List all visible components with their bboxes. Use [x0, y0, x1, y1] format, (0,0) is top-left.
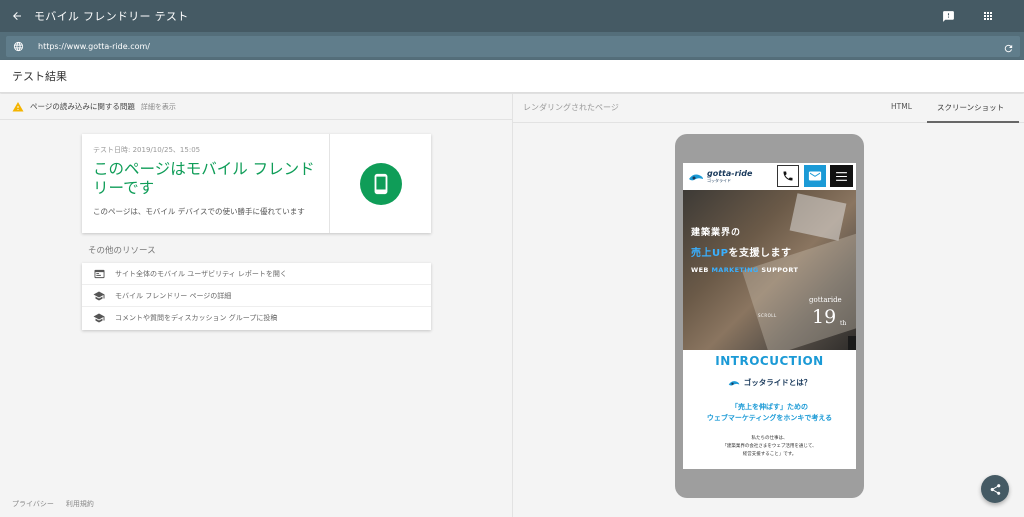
hero-line2-rest: を支援します	[728, 248, 792, 259]
resource-label: サイト全体のモバイル ユーザビリティ レポートを開く	[115, 269, 287, 278]
intro-section: INTROCUCTION ゴッタライドとは？ 「売上を伸ばす」ための ウェブマー…	[683, 350, 856, 469]
back-button[interactable]	[0, 0, 34, 32]
hero-line3-a: WEB	[691, 266, 712, 274]
site-header: gotta-ride ゴッタライド	[683, 163, 856, 189]
intro-what-text: ゴッタライドとは？	[743, 378, 812, 387]
refresh-icon	[1004, 44, 1013, 53]
intro-lead1: 「売上を伸ばす」ための	[731, 403, 808, 411]
site-phone-button	[777, 165, 799, 187]
app-bar: モバイル フレンドリー テスト	[0, 0, 1024, 32]
other-resources-title: その他のリソース	[88, 246, 156, 256]
anniversary-number: 19	[812, 306, 837, 328]
hero-line1: 建築業界の	[691, 228, 742, 238]
anniversary-suffix: th	[840, 320, 847, 327]
site-mail-button	[804, 165, 826, 187]
share-button[interactable]	[981, 475, 1009, 503]
footer: プライバシー 利用規約	[12, 499, 94, 509]
school-icon	[93, 291, 105, 300]
tab-html[interactable]: HTML	[891, 102, 912, 111]
active-tab-indicator	[927, 121, 1019, 123]
hero-line3: WEB MARKETING SUPPORT	[691, 266, 798, 274]
apps-button[interactable]	[980, 8, 996, 24]
intro-lead2: ウェブマーケティングをホンキで考える	[706, 414, 833, 422]
result-badge	[360, 163, 402, 205]
rendered-screenshot: gotta-ride ゴッタライド 建築業界の 売上UPを支援します WEB M…	[683, 163, 856, 469]
phone-icon	[783, 171, 793, 181]
site-logo: gotta-ride ゴッタライド	[688, 169, 752, 184]
intro-dark-strip	[848, 336, 856, 350]
resource-item-details[interactable]: モバイル フレンドリー ページの詳細	[82, 285, 431, 307]
render-header: レンダリングされたページ HTML スクリーンショット	[513, 94, 1024, 123]
hero-line3-highlight: MARKETING	[711, 266, 759, 274]
hamburger-menu-icon	[836, 171, 847, 181]
intro-body-line: 経営支援すること」です。	[742, 452, 797, 457]
anniversary-label: gottaride	[809, 296, 842, 304]
feedback-icon	[942, 10, 954, 22]
smartphone-icon	[374, 173, 388, 195]
issues-text: ページの読み込みに関する問題	[30, 102, 135, 111]
globe-icon	[13, 41, 23, 52]
intro-body: 私たちの仕事は、 「建築業界の会社さまをウェブ活用を通じて、 経営支援すること」…	[683, 435, 856, 459]
tab-screenshot[interactable]: スクリーンショット	[937, 102, 1004, 113]
url-text: https://www.gotta-ride.com/	[38, 42, 150, 51]
report-icon	[94, 269, 104, 278]
app-title: モバイル フレンドリー テスト	[34, 10, 189, 23]
render-label: レンダリングされたページ	[523, 103, 619, 112]
render-panel: レンダリングされたページ HTML スクリーンショット gotta-ride ゴ…	[512, 94, 1024, 517]
intro-body-line: 「建築業界の会社さまをウェブ活用を通じて、	[722, 444, 817, 449]
resource-label: コメントや質問をディスカッション グループに投稿	[115, 314, 278, 322]
result-headline: このページはモバイル フレンドリーです	[93, 160, 315, 197]
section-header: テスト結果	[0, 60, 1024, 93]
url-bar: https://www.gotta-ride.com/	[0, 32, 1024, 60]
school-icon	[93, 313, 105, 323]
issues-bar: ページの読み込みに関する問題 詳細を表示	[0, 94, 512, 120]
terms-link[interactable]: 利用規約	[66, 499, 94, 509]
section-title: テスト結果	[12, 70, 67, 83]
hero-line3-b: SUPPORT	[758, 266, 799, 274]
phone-frame: gotta-ride ゴッタライド 建築業界の 売上UPを支援します WEB M…	[675, 134, 864, 498]
resource-label: モバイル フレンドリー ページの詳細	[115, 291, 232, 300]
result-description: このページは、モバイル デバイスでの使い勝手に優れています	[93, 207, 305, 216]
resource-item-discussion[interactable]: コメントや質問をディスカッション グループに投稿	[82, 307, 431, 329]
warning-icon	[12, 101, 24, 111]
url-field[interactable]: https://www.gotta-ride.com/	[6, 36, 1020, 57]
card-divider	[329, 134, 330, 233]
hero-photo-paper	[789, 193, 847, 241]
logo-mark-icon	[689, 174, 703, 180]
intro-title: INTROCUCTION	[715, 354, 824, 368]
scroll-label: SCROLL	[758, 313, 777, 318]
privacy-link[interactable]: プライバシー	[12, 499, 54, 509]
intro-what: ゴッタライドとは？	[683, 377, 856, 388]
share-icon	[990, 483, 1000, 495]
reload-button[interactable]	[1003, 39, 1014, 58]
result-card: テスト日時: 2019/10/25、15:05 このページはモバイル フレンドリ…	[82, 134, 431, 233]
site-hero: 建築業界の 売上UPを支援します WEB MARKETING SUPPORT S…	[683, 190, 856, 350]
mail-icon	[808, 171, 822, 181]
show-details-link[interactable]: 詳細を表示	[141, 102, 176, 112]
logo-mark-icon	[728, 380, 739, 385]
feedback-button[interactable]	[940, 8, 956, 24]
logo-name: gotta-ride	[707, 169, 753, 178]
apps-grid-icon	[984, 12, 992, 20]
logo-sub: ゴッタライド	[707, 178, 731, 183]
hero-highlight: 売上UP	[691, 248, 729, 259]
hero-line2: 売上UPを支援します	[691, 244, 791, 259]
resource-item-report[interactable]: サイト全体のモバイル ユーザビリティ レポートを開く	[82, 263, 431, 285]
resources-list: サイト全体のモバイル ユーザビリティ レポートを開く モバイル フレンドリー ペ…	[82, 263, 431, 330]
site-menu-button	[830, 165, 853, 187]
intro-body-line: 私たちの仕事は、	[751, 436, 788, 441]
results-panel: ページの読み込みに関する問題 詳細を表示 テスト日時: 2019/10/25、1…	[0, 94, 512, 517]
test-date: テスト日時: 2019/10/25、15:05	[93, 146, 201, 154]
arrow-back-icon	[13, 12, 21, 20]
